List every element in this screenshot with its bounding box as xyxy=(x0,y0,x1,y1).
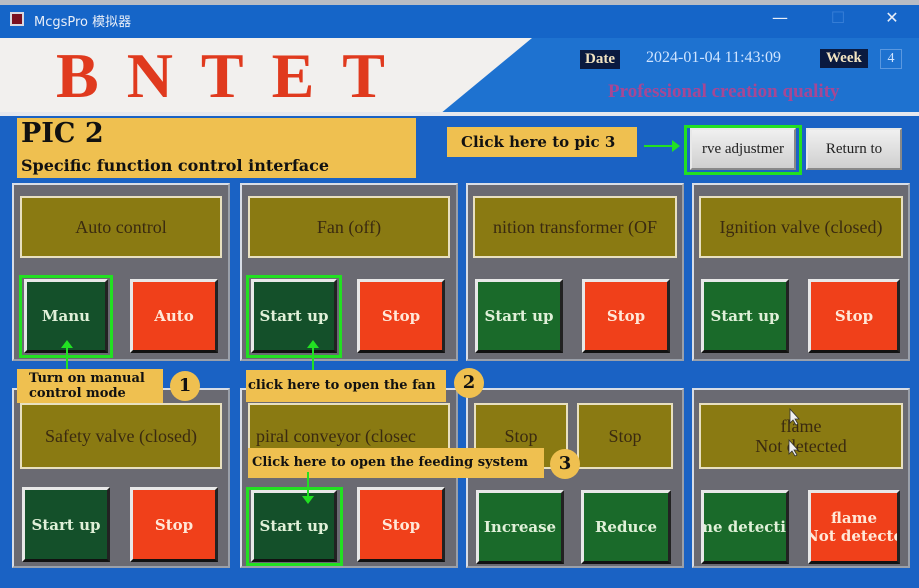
ignition-valve-start-button[interactable]: Start up xyxy=(701,279,789,353)
increase-button[interactable]: Increase xyxy=(476,490,564,564)
date-value: 2024-01-04 11:43:09 xyxy=(646,49,781,66)
status-ignition-transformer: nition transformer (OF xyxy=(473,196,677,258)
status-fan: Fan (off) xyxy=(248,196,450,258)
status-right: Stop xyxy=(577,403,673,469)
app-icon xyxy=(10,12,24,26)
safety-valve-stop-button[interactable]: Stop xyxy=(130,487,218,562)
arrow-up-icon xyxy=(61,340,73,370)
flame-detected-button[interactable]: ame detecti xyxy=(701,490,789,564)
fan-stop-button[interactable]: Stop xyxy=(357,279,445,353)
status-ignition-valve: Ignition valve (closed) xyxy=(699,196,903,258)
annotation-1: Turn on manual control mode xyxy=(17,369,163,403)
header-logo-slant xyxy=(440,38,532,114)
step-badge-3: 3 xyxy=(550,449,580,479)
page-subtitle: Specific function control interface xyxy=(21,156,329,175)
reduce-button[interactable]: Reduce xyxy=(581,490,671,564)
title-bar-top-strip xyxy=(0,0,919,5)
step-badge-2: 2 xyxy=(454,368,484,398)
page-title: PIC 2 xyxy=(21,118,104,149)
step-badge-1: 1 xyxy=(170,371,200,401)
flame-not-detected-line1: flame xyxy=(830,509,878,527)
week-label: Week xyxy=(820,49,868,68)
annotation-3: Click here to open the feeding system xyxy=(248,448,544,478)
status-safety-valve: Safety valve (closed) xyxy=(20,403,222,469)
brand-logo: BNTET xyxy=(56,40,413,111)
status-auto-control: Auto control xyxy=(20,196,222,258)
highlight-curve-button xyxy=(684,125,802,175)
slogan: Professional creation quality xyxy=(608,81,840,102)
status-flame: flame Not detected xyxy=(699,403,903,469)
arrow-down-icon xyxy=(302,472,314,504)
auto-button[interactable]: Auto xyxy=(130,279,218,353)
flame-not-detected-line2: Not detecte xyxy=(808,527,900,545)
annotation-1-line1: Turn on manual xyxy=(29,371,145,386)
maximize-icon[interactable]: ☐ xyxy=(826,8,850,27)
return-button[interactable]: Return to xyxy=(806,128,902,170)
ignition-transformer-start-button[interactable]: Start up xyxy=(475,279,563,353)
ignition-valve-stop-button[interactable]: Stop xyxy=(808,279,900,353)
status-flame-line2: Not detected xyxy=(755,436,847,456)
highlight-spiral-conveyor-start xyxy=(246,487,343,566)
safety-valve-start-button[interactable]: Start up xyxy=(22,487,110,562)
flame-not-detected-button[interactable]: flame Not detecte xyxy=(808,490,900,564)
spiral-conveyor-stop-button[interactable]: Stop xyxy=(357,487,445,562)
hint-pic3: Click here to pic 3 xyxy=(447,127,637,157)
window-title: McgsPro 模拟器 xyxy=(34,15,132,30)
mouse-cursor-icon xyxy=(788,439,799,457)
arrow-right-icon xyxy=(644,140,680,152)
date-label: Date xyxy=(580,50,620,69)
annotation-2: click here to open the fan xyxy=(246,370,446,402)
ignition-transformer-stop-button[interactable]: Stop xyxy=(582,279,670,353)
mouse-cursor-icon xyxy=(789,408,800,426)
arrow-up-icon xyxy=(307,340,319,370)
close-icon[interactable]: ✕ xyxy=(880,8,904,27)
highlight-fan-start xyxy=(246,275,342,358)
minimize-icon[interactable]: — xyxy=(768,8,792,27)
annotation-1-line2: control mode xyxy=(29,386,126,401)
page-title-box: PIC 2 Specific function control interfac… xyxy=(17,118,416,178)
week-value: 4 xyxy=(880,49,902,69)
